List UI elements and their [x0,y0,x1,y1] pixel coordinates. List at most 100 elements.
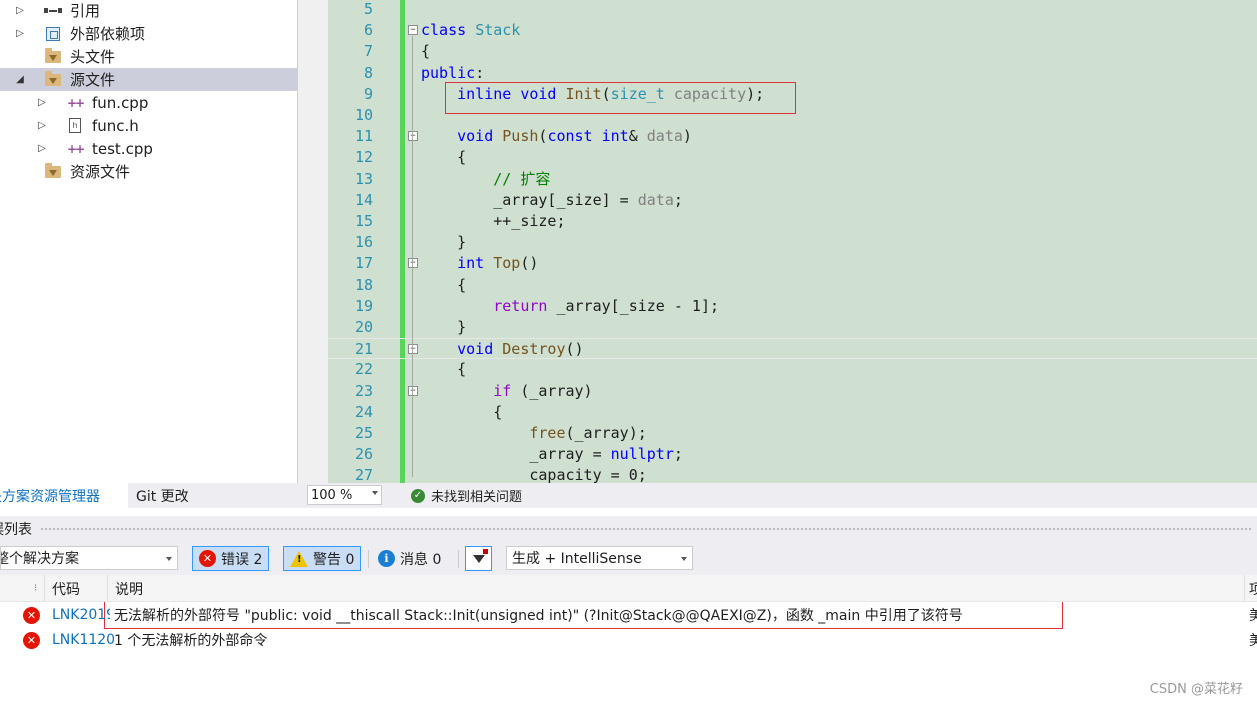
code-line[interactable]: 24 { [328,402,1257,423]
error-icon: ✕ [23,631,40,649]
code-text: inline void Init(size_t capacity); [457,84,765,103]
collapse-region-icon[interactable]: − [408,131,418,142]
line-number: 24 [354,402,373,421]
line-number: 23 [354,381,373,400]
expand-arrow-icon[interactable]: ▷ [15,4,25,18]
cpp-file-icon: ++ [66,141,85,156]
tab-git-changes[interactable]: Git 更改 [136,483,189,508]
error-row[interactable]: ✕ LNK2019 无法解析的外部符号 "public: void __this… [0,603,1257,627]
code-line[interactable]: 5 [328,0,1257,20]
expand-arrow-icon[interactable]: ▷ [15,27,25,41]
code-line[interactable]: 23 − if (_array) [328,381,1257,402]
code-line[interactable]: 26 _array = nullptr; [328,444,1257,465]
code-text: { [421,148,467,167]
tree-item-resource-files[interactable]: 资源文件 [0,160,297,183]
code-text: free(_array); [529,424,647,442]
chevron-down-icon [681,557,687,561]
zoom-dropdown[interactable]: 100 % [307,485,382,505]
code-line[interactable]: 21 − void Destroy() [328,338,1257,360]
tree-item-external-deps[interactable]: ▷ 外部依赖项 [0,22,297,45]
line-number: 17 [354,254,373,273]
collapse-arrow-icon[interactable]: ◢ [15,73,25,87]
code-text: void Destroy() [457,340,584,359]
code-line[interactable]: 9 inline void Init(size_t capacity); [328,84,1257,105]
build-source-value: 生成 + IntelliSense [512,551,642,567]
code-line[interactable]: 18 { [328,275,1257,296]
warnings-filter-label: 警告 0 [313,551,355,568]
collapse-region-icon[interactable]: − [408,25,418,36]
expand-arrow-icon[interactable]: ▷ [37,119,47,133]
tree-item-label: 资源文件 [70,163,131,181]
column-header-project[interactable]: 项 [1249,575,1257,602]
code-line[interactable]: 16 } [328,232,1257,253]
code-line[interactable]: 17 − int Top() [328,253,1257,274]
column-header-description[interactable]: 说明 [115,575,143,602]
collapse-region-icon[interactable]: − [408,344,418,355]
line-number: 8 [363,63,373,82]
column-divider[interactable] [1244,575,1245,602]
code-text: // 扩容 [493,169,551,188]
line-number: 14 [354,190,373,209]
panel-grip[interactable] [40,526,1253,532]
error-row[interactable]: ✕ LNK1120 1 个无法解析的外部命令 美 [0,628,1257,652]
filter-icon [472,548,488,563]
expand-arrow-icon[interactable]: ▷ [37,142,47,156]
code-line[interactable]: 12 { [328,147,1257,168]
line-number: 15 [354,212,373,230]
errors-filter-button[interactable]: ✕ 错误 2 [192,546,270,571]
filter-button[interactable] [465,546,492,571]
code-line[interactable]: 8 public: [328,63,1257,84]
code-line[interactable]: 7{ [328,41,1257,62]
code-line[interactable]: 15 ++_size; [328,211,1257,232]
code-line[interactable]: 11 − void Push(const int& data) [328,126,1257,147]
code-line[interactable]: 25 free(_array); [328,423,1257,444]
cpp-file-icon: ++ [66,95,85,110]
zoom-value: 100 % [311,487,353,503]
line-number: 9 [363,84,373,103]
column-divider[interactable] [44,575,45,602]
outlining-guide [412,269,413,329]
code-text: ++_size; [421,212,566,230]
tree-item-source-files[interactable]: ◢ 源文件 [0,68,297,91]
code-line[interactable]: 20 } [328,317,1257,338]
code-line[interactable]: 10 [328,105,1257,126]
code-line[interactable]: 22 { [328,359,1257,380]
column-header-code[interactable]: 代码 [52,575,80,602]
code-line[interactable]: 13 // 扩容 [328,169,1257,190]
code-text: { [421,360,467,379]
code-text: public: [421,63,485,82]
warnings-filter-button[interactable]: 警告 0 [283,546,362,571]
tree-item-references[interactable]: ▷ 引用 [0,0,297,22]
build-source-dropdown[interactable]: 生成 + IntelliSense [506,546,693,570]
error-code-link[interactable]: LNK2019 [52,603,110,627]
code-line[interactable]: 6 − class Stack [328,20,1257,41]
error-list-title-bar: 误列表 [0,516,1257,542]
tree-item-test-cpp[interactable]: ▷ ++ test.cpp [0,137,297,160]
tree-item-header-files[interactable]: 头文件 [0,45,297,68]
collapse-region-icon[interactable]: − [408,258,418,269]
line-number: 16 [354,233,373,252]
scope-dropdown[interactable]: 整个解决方案 [0,546,178,570]
error-description: 1 个无法解析的外部命令 [114,633,268,649]
messages-filter-button[interactable]: i 消息 0 [372,546,447,571]
error-project: 美 [1249,608,1257,624]
issues-indicator[interactable]: ✓ 未找到相关问题 [411,483,522,508]
outlining-guide [412,142,413,245]
code-text: if (_array) [493,381,593,400]
chevron-down-icon [372,491,378,495]
error-code-link[interactable]: LNK1120 [52,628,114,652]
expand-arrow-icon[interactable]: ▷ [37,96,47,110]
tab-solution-explorer[interactable]: 决方案资源管理器 [0,483,128,508]
code-line[interactable]: 19 return _array[_size - 1]; [328,296,1257,317]
column-divider[interactable] [107,575,108,602]
code-text: } [421,318,467,336]
tree-item-label: 引用 [70,2,101,20]
tree-item-fun-cpp[interactable]: ▷ ++ fun.cpp [0,91,297,114]
code-text: { [421,42,431,61]
tree-item-func-h[interactable]: ▷ h func.h [0,114,297,137]
sort-icon[interactable]: ⁝ [34,575,37,602]
tree-item-label: fun.cpp [92,93,149,112]
collapse-region-icon[interactable]: − [408,385,418,396]
filter-folder-icon [44,162,62,181]
code-line[interactable]: 14 _array[_size] = data; [328,190,1257,211]
